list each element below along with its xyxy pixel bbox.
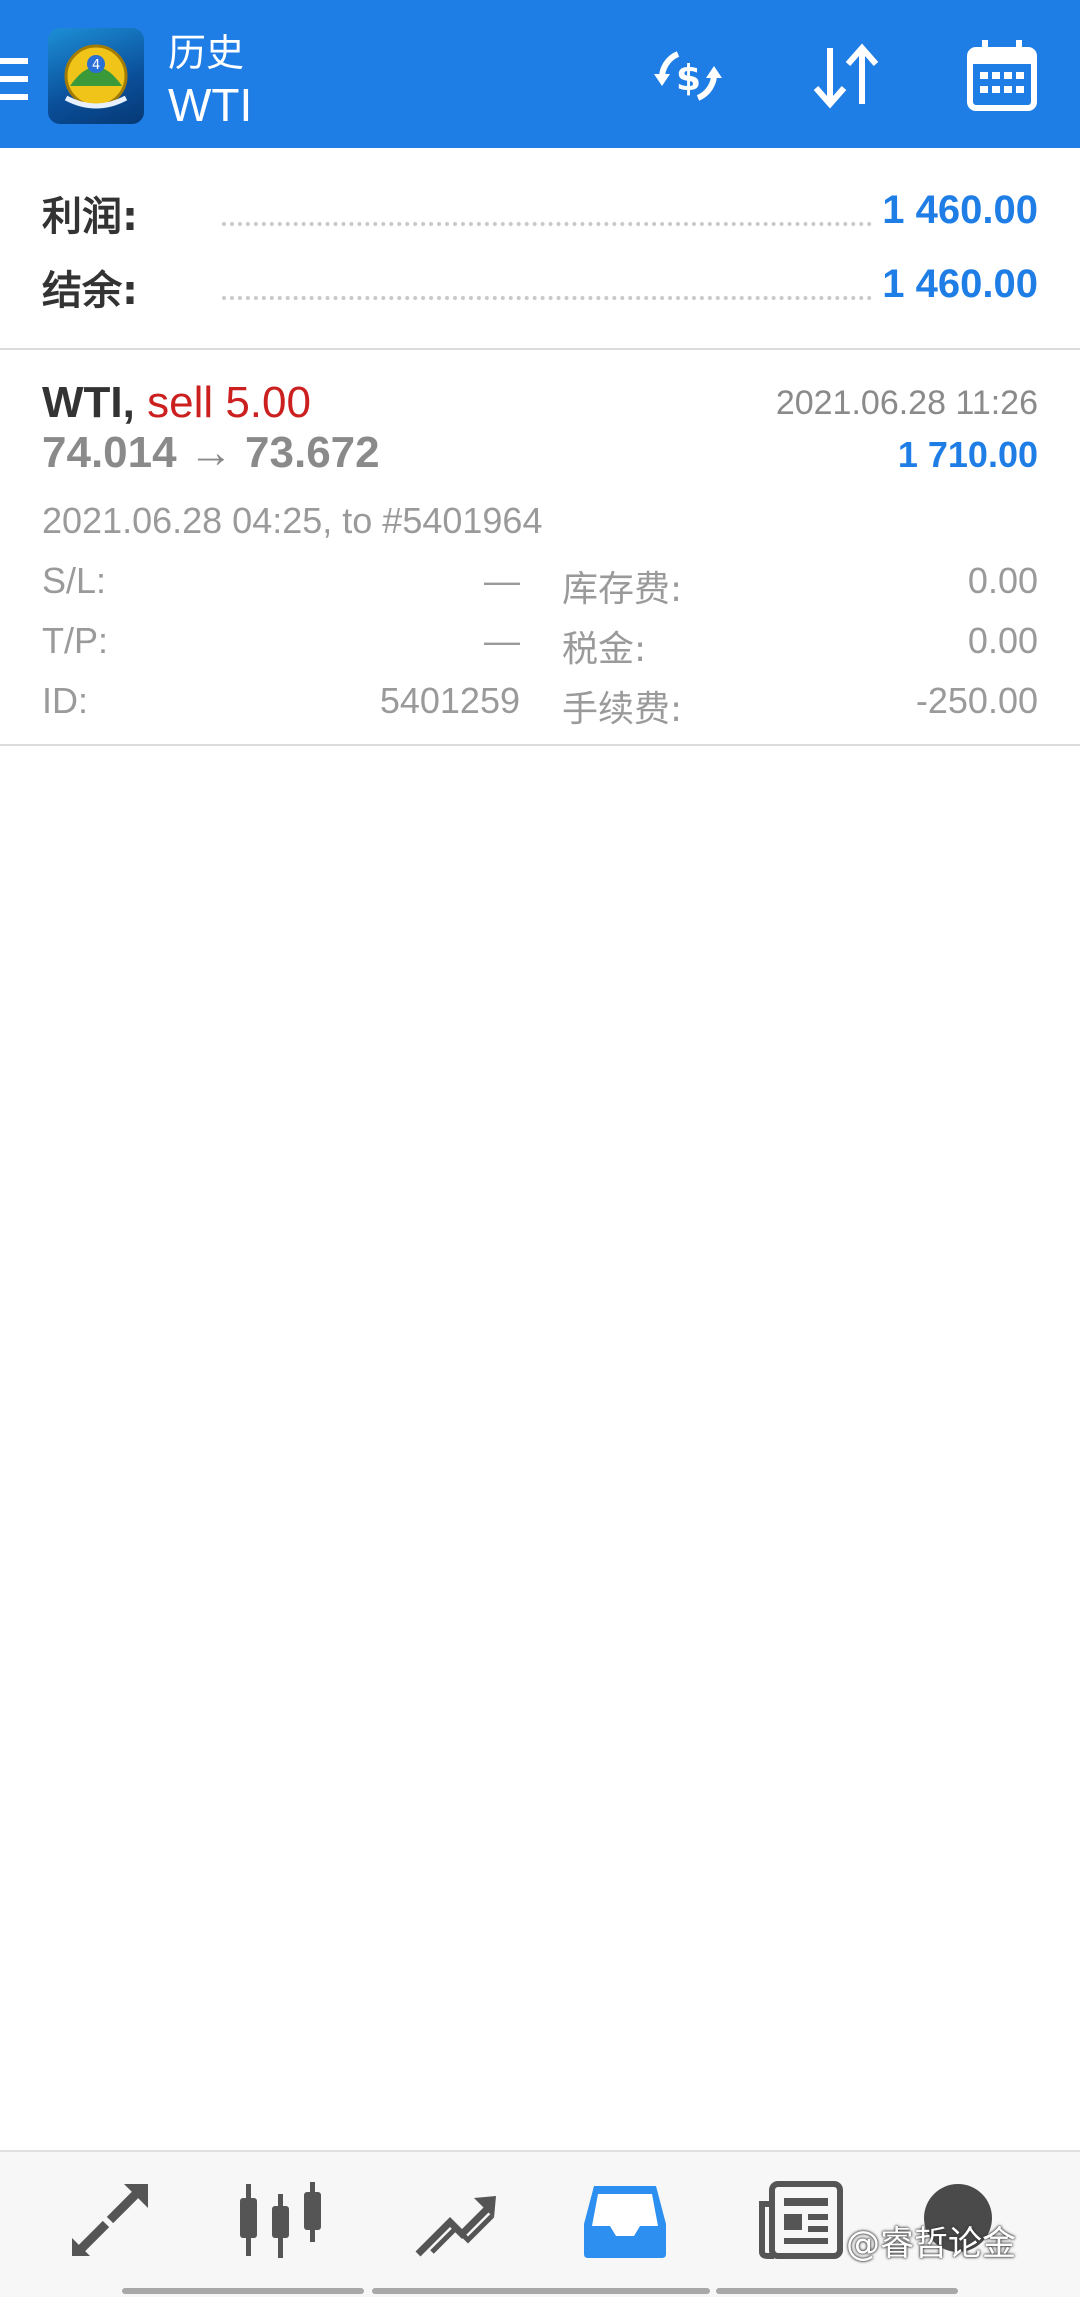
balance-row: 结余: 1 460.00: [42, 258, 1038, 318]
chart-icon[interactable]: [236, 2180, 326, 2260]
open-price: 74.014: [42, 428, 177, 477]
tax-label: 税金:: [562, 629, 647, 670]
deal-open-info: 2021.06.28 04:25, to #5401964: [42, 500, 543, 541]
news-icon[interactable]: [756, 2180, 846, 2260]
deal-prices: 74.014 → 73.672: [42, 428, 380, 478]
summary-panel: 利润: 1 460.00 结余: 1 460.00: [0, 148, 1080, 350]
tp-label: T/P:: [42, 620, 109, 661]
deal-close-time: 2021.06.28 11:26: [775, 384, 1038, 422]
deal-row-id: ID: 5401259 手续费: -250.00: [42, 680, 1038, 730]
symbol-subtitle: WTI: [168, 79, 253, 131]
deal-item[interactable]: WTI, sell 5.00 2021.06.28 11:26 74.014 →…: [0, 352, 1080, 746]
app-logo: 4: [48, 28, 144, 124]
calendar-icon[interactable]: [962, 38, 1042, 114]
deal-symbol: WTI,: [42, 378, 135, 427]
profit-row: 利润: 1 460.00: [42, 184, 1038, 244]
sort-icon[interactable]: [806, 38, 886, 114]
watermark-text: @睿哲论金: [846, 2224, 1016, 2264]
close-price: 73.672: [245, 428, 380, 477]
svg-text:4: 4: [92, 58, 100, 73]
sl-label: S/L:: [42, 560, 107, 601]
id-label: ID:: [42, 680, 89, 721]
arrow-icon: →: [188, 428, 233, 477]
nav-indicator: [372, 2288, 710, 2294]
profit-label: 利润:: [42, 194, 138, 240]
deal-header: WTI, sell 5.00: [42, 378, 311, 428]
deal-profit: 1 710.00: [897, 434, 1038, 475]
app-bar: 4 历史 WTI $: [0, 0, 1080, 148]
deal-side: sell 5.00: [147, 378, 311, 427]
swap-value: 0.00: [967, 560, 1038, 601]
commission-value: -250.00: [915, 680, 1038, 721]
page-title: 历史: [168, 31, 245, 75]
profit-value: 1 460.00: [882, 188, 1038, 232]
balance-value: 1 460.00: [882, 262, 1038, 306]
balance-label: 结余:: [42, 268, 138, 314]
id-value: 5401259: [379, 680, 520, 721]
quotes-icon[interactable]: [66, 2180, 156, 2260]
bottom-nav: @睿哲论金: [0, 2150, 1080, 2297]
swap-label: 库存费:: [562, 569, 683, 610]
nav-indicator: [716, 2288, 958, 2294]
nav-indicator: [122, 2288, 364, 2294]
dotted-leader: [222, 296, 872, 300]
tax-value: 0.00: [967, 620, 1038, 661]
history-icon[interactable]: [580, 2180, 670, 2260]
menu-icon[interactable]: [0, 58, 28, 100]
currency-exchange-icon[interactable]: $: [648, 38, 728, 114]
deal-row-sl: S/L: — 库存费: 0.00: [42, 560, 1038, 610]
sl-value: —: [484, 560, 520, 601]
svg-text:$: $: [676, 58, 701, 99]
deal-row-tp: T/P: — 税金: 0.00: [42, 620, 1038, 670]
tp-value: —: [484, 620, 520, 661]
trade-icon[interactable]: [410, 2180, 500, 2260]
commission-label: 手续费:: [562, 689, 683, 730]
dotted-leader: [222, 222, 872, 226]
